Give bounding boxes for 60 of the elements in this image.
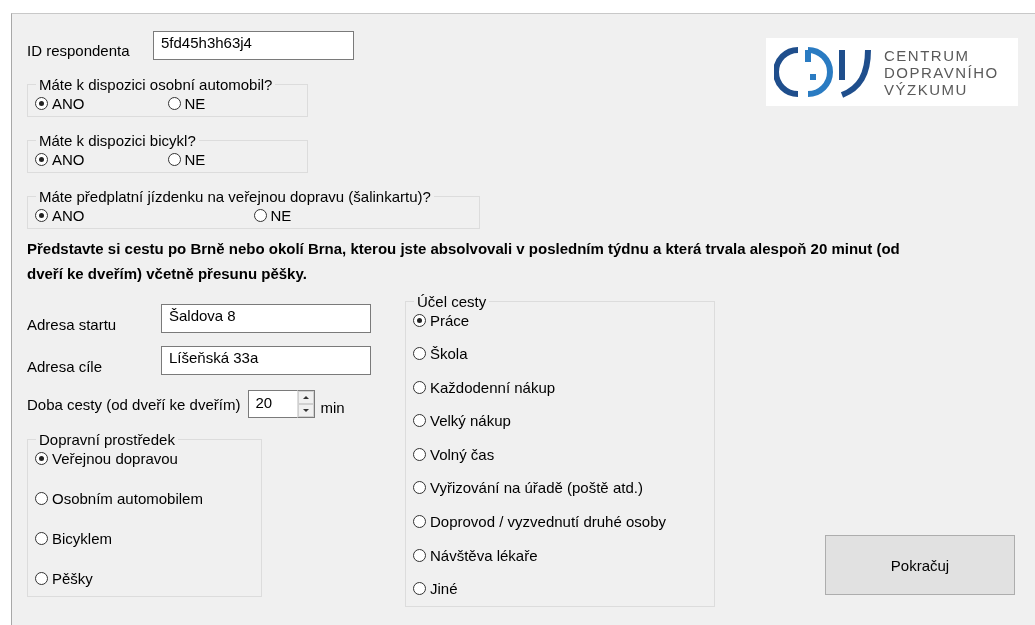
text-field[interactable]: Líšeňská 33a [161, 345, 371, 375]
radio-option[interactable]: Velký nákup [413, 410, 707, 431]
radio-button[interactable] [413, 380, 426, 394]
radio-button[interactable] [167, 152, 181, 166]
radio-button[interactable] [413, 347, 426, 361]
radio-button[interactable] [253, 208, 267, 222]
group-label: Máte k dispozici osobní automobil? [38, 76, 274, 93]
spin-down-button[interactable] [298, 404, 315, 417]
radio-option[interactable]: Škola [413, 343, 707, 364]
radio-option[interactable]: ANO [35, 149, 168, 169]
field-label: Adresa startu [27, 314, 118, 333]
spin-up-button[interactable] [298, 391, 315, 404]
radio-button[interactable] [413, 548, 426, 562]
radio-button[interactable] [35, 96, 48, 110]
instruction-text: Představte si cestu po Brně nebo okolí Brna, kterou jste absolvovali v posledním týdnu a která trvala alespoň 20 minut (od dveří ke dveřím) včetně přesunu pěšky. [27, 239, 901, 284]
radio-button[interactable] [35, 491, 48, 505]
radio-option[interactable]: Vyřizování na úřadě (poště atd.) [413, 477, 707, 498]
radio-option[interactable]: Doprovod / vyzvednutí druhé osoby [413, 511, 707, 532]
field-label: ID respondenta [27, 40, 131, 59]
radio-button[interactable] [167, 96, 181, 110]
group-label: Máte předplatní jízdenku na veřejnou dopravu (šalinkartu)? [38, 188, 432, 205]
text-field[interactable]: 5fd45h3h63j4 [153, 30, 354, 60]
radio-option[interactable]: NE [167, 149, 300, 169]
text-field[interactable]: Šaldova 8 [161, 303, 371, 333]
radio-button[interactable] [35, 531, 48, 545]
group-label: Máte k dispozici bicykl? [38, 132, 197, 149]
radio-button[interactable] [35, 152, 48, 166]
radio-option[interactable]: Jiné [413, 578, 707, 599]
radio-button[interactable] [35, 208, 48, 222]
radio-option[interactable]: Každodenní nákup [413, 377, 707, 398]
radio-option[interactable]: ANO [35, 93, 168, 113]
logo-text: CENTRUM [884, 46, 971, 64]
radio-option[interactable]: Veřejnou dopravou [35, 448, 254, 468]
continue-button[interactable]: Pokračuj [825, 535, 1015, 595]
radio-button[interactable] [413, 582, 426, 596]
radio-option[interactable]: NE [167, 93, 300, 113]
unit-label: min [320, 397, 345, 416]
logo-icon [774, 44, 874, 100]
radio-button[interactable] [413, 481, 426, 495]
radio-button[interactable] [413, 414, 426, 428]
group-label: Dopravní prostředek [38, 431, 176, 448]
radio-button[interactable] [413, 313, 426, 327]
radio-button[interactable] [413, 447, 426, 461]
radio-button[interactable] [35, 571, 48, 585]
radio-option[interactable]: Bicyklem [35, 528, 254, 548]
radio-option[interactable]: Návštěva lékaře [413, 545, 707, 566]
radio-button[interactable] [413, 515, 426, 529]
radio-button[interactable] [35, 451, 48, 465]
radio-option[interactable]: ANO [35, 205, 254, 225]
radio-option[interactable]: Práce [413, 310, 707, 330]
field-label: Adresa cíle [27, 356, 104, 375]
number-field[interactable]: 20 [248, 390, 298, 418]
radio-option[interactable]: Volný čas [413, 444, 707, 465]
radio-option[interactable]: NE [253, 205, 472, 225]
logo-text: VÝZKUMU [884, 80, 969, 98]
logo-text: DOPRAVNÍHO [884, 63, 999, 81]
radio-option[interactable]: Osobním automobilem [35, 488, 254, 508]
field-label: Doba cesty (od dveří ke dveřím) [27, 395, 241, 413]
group-label: Účel cesty [416, 293, 488, 310]
radio-option[interactable]: Pěšky [35, 568, 254, 588]
